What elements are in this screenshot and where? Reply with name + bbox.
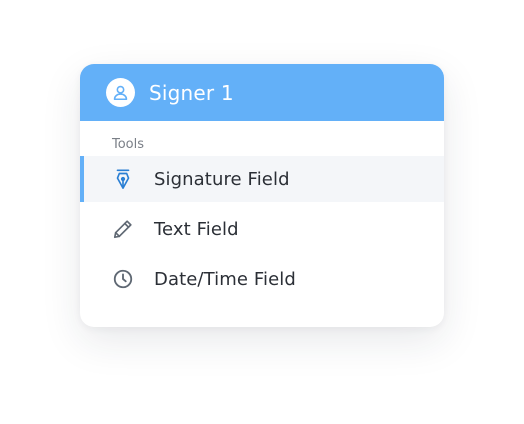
tools-section-label: Tools [112,137,145,152]
tool-label: Date/Time Field [154,268,296,290]
tool-label: Text Field [154,218,239,240]
user-icon [106,78,135,107]
pen-nib-icon [111,167,135,191]
tool-date-time-field[interactable]: Date/Time Field [80,256,444,302]
tools-panel: Signer 1 Tools Signature Field Text Fiel… [80,64,444,327]
tool-label: Signature Field [154,168,290,190]
tools-list: Signature Field Text Field Date/Time Fie… [80,156,444,302]
signer-name: Signer 1 [149,80,234,105]
clock-icon [111,267,135,291]
tool-text-field[interactable]: Text Field [80,206,444,252]
page: Signer 1 Tools Signature Field Text Fiel… [0,0,524,424]
pencil-icon [111,217,135,241]
tool-signature-field[interactable]: Signature Field [80,156,444,202]
signer-header[interactable]: Signer 1 [80,64,444,121]
